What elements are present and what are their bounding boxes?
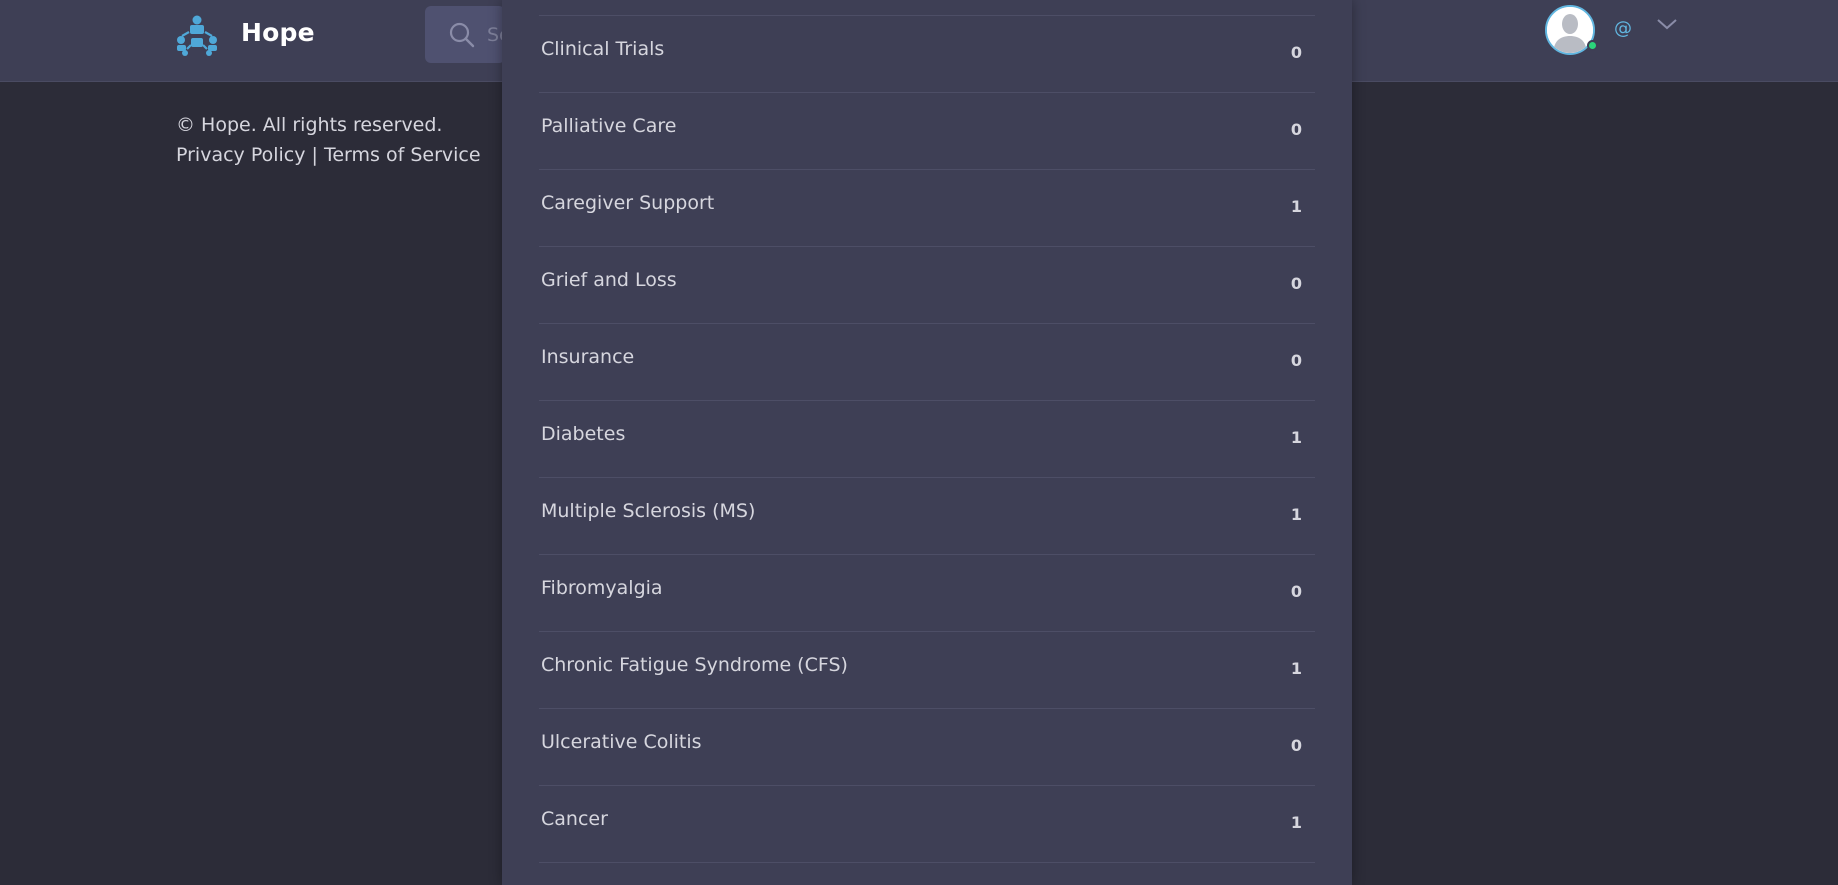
topic-row-clinical-trials[interactable]: Clinical Trials 0	[539, 16, 1315, 93]
topic-count: 1	[1290, 428, 1302, 447]
topic-label: Diabetes	[541, 423, 626, 445]
online-status-indicator	[1587, 40, 1598, 51]
footer-copyright: © Hope. All rights reserved.	[176, 114, 443, 136]
topic-count: 1	[1290, 813, 1302, 832]
topic-label: Caregiver Support	[541, 192, 715, 214]
topic-label: Clinical Trials	[541, 38, 665, 60]
footer-links: Privacy Policy | Terms of Service	[176, 144, 481, 166]
user-handle[interactable]: @	[1614, 18, 1632, 39]
topic-row-ulcerative-colitis[interactable]: Ulcerative Colitis 0	[539, 709, 1315, 786]
topic-label: Ulcerative Colitis	[541, 731, 702, 753]
topic-row-insurance[interactable]: Insurance 0	[539, 324, 1315, 401]
topics-dropdown-panel: Clinical Trials 0 Palliative Care 0 Care…	[502, 0, 1352, 885]
topic-row-cancer[interactable]: Cancer 1	[539, 786, 1315, 863]
topic-label: Palliative Care	[541, 115, 677, 137]
topic-count: 0	[1290, 736, 1302, 755]
brand-name[interactable]: Hope	[241, 18, 315, 47]
chevron-down-icon[interactable]	[1656, 17, 1678, 31]
footer-separator: |	[305, 144, 324, 166]
hope-logo-icon[interactable]	[175, 14, 219, 56]
topic-row-palliative-care[interactable]: Palliative Care 0	[539, 93, 1315, 170]
privacy-policy-link[interactable]: Privacy Policy	[176, 144, 305, 166]
topic-row-caregiver-support[interactable]: Caregiver Support 1	[539, 170, 1315, 247]
topic-label: Multiple Sclerosis (MS)	[541, 500, 756, 522]
topic-label: Insurance	[541, 346, 635, 368]
topic-count: 0	[1290, 351, 1302, 370]
search-box[interactable]: Se	[425, 6, 505, 63]
topic-label: Chronic Fatigue Syndrome (CFS)	[541, 654, 848, 676]
topic-count: 0	[1290, 43, 1302, 62]
topic-row-chronic-fatigue-syndrome[interactable]: Chronic Fatigue Syndrome (CFS) 1	[539, 632, 1315, 709]
topic-count: 0	[1290, 274, 1302, 293]
topic-count: 1	[1290, 505, 1302, 524]
terms-of-service-link[interactable]: Terms of Service	[324, 144, 481, 166]
topic-count: 1	[1290, 659, 1302, 678]
topic-label: Grief and Loss	[541, 269, 677, 291]
topic-label: Cancer	[541, 808, 608, 830]
topic-count: 0	[1290, 582, 1302, 601]
topic-row-grief-and-loss[interactable]: Grief and Loss 0	[539, 247, 1315, 324]
search-icon	[449, 22, 475, 48]
topic-count: 0	[1290, 120, 1302, 139]
topic-row-fibromyalgia[interactable]: Fibromyalgia 0	[539, 555, 1315, 632]
topic-count: 1	[1290, 197, 1302, 216]
topic-row-multiple-sclerosis[interactable]: Multiple Sclerosis (MS) 1	[539, 478, 1315, 555]
topic-label: Fibromyalgia	[541, 577, 663, 599]
topic-row-diabetes[interactable]: Diabetes 1	[539, 401, 1315, 478]
